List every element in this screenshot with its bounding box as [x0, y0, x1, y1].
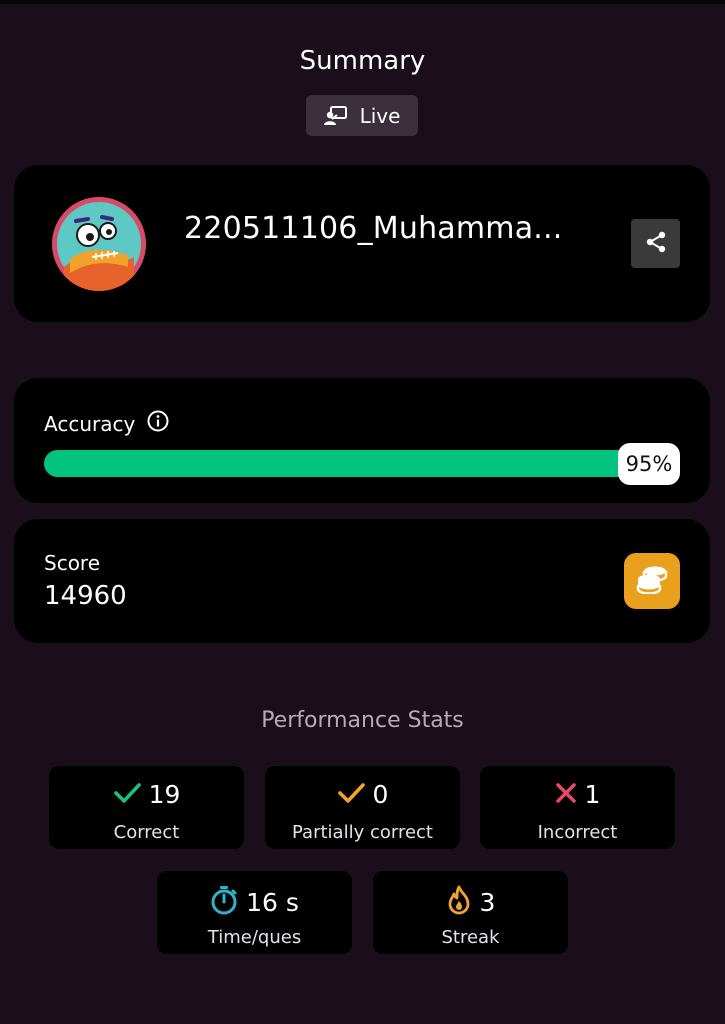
stat-partially-correct: 0 Partially correct — [265, 766, 460, 849]
score-label: Score — [44, 551, 101, 575]
stat-value: 19 — [148, 780, 181, 809]
stat-label: Correct — [113, 822, 180, 843]
performance-stats-title: Performance Stats — [261, 708, 464, 733]
stat-label: Incorrect — [537, 822, 618, 843]
stat-label: Partially correct — [292, 822, 433, 843]
page-title: Summary — [299, 46, 426, 76]
stat-correct: 19 Correct — [49, 766, 244, 849]
share-icon — [644, 230, 668, 258]
score-card: Score 14960 — [14, 519, 710, 643]
stat-streak: 3 Streak — [373, 871, 568, 954]
stat-label: Time/ques — [207, 927, 302, 948]
live-badge: Live — [306, 95, 418, 136]
stat-value: 16 s — [246, 887, 299, 917]
live-badge-label: Live — [359, 103, 401, 128]
top-edge — [0, 0, 725, 4]
accuracy-label: Accuracy — [44, 411, 136, 436]
stat-label: Streak — [441, 927, 500, 948]
info-icon[interactable] — [147, 410, 169, 437]
share-button[interactable] — [631, 219, 680, 268]
monster-avatar — [52, 197, 146, 291]
accuracy-percent: 95% — [618, 443, 680, 485]
stat-incorrect: 1 Incorrect — [480, 766, 675, 849]
check-icon — [113, 781, 141, 809]
stat-value: 3 — [479, 887, 496, 917]
accuracy-heading: Accuracy — [44, 410, 169, 437]
score-value: 14960 — [44, 581, 127, 611]
accuracy-card: Accuracy 95% — [14, 378, 710, 503]
profile-card: 220511106_Muhamma... — [14, 165, 710, 322]
accuracy-bar: 95% — [44, 443, 680, 485]
stopwatch-icon — [210, 885, 238, 919]
stat-value: 0 — [372, 780, 389, 809]
stat-value: 1 — [584, 780, 601, 809]
cross-icon — [555, 782, 577, 808]
live-presenter-icon — [323, 105, 348, 126]
flame-icon — [446, 885, 472, 919]
coins-button[interactable] — [624, 553, 680, 609]
accuracy-bar-fill — [44, 450, 645, 477]
coins-icon — [635, 564, 669, 598]
stat-time-per-question: 16 s Time/ques — [157, 871, 352, 954]
check-icon — [337, 781, 365, 809]
username: 220511106_Muhamma... — [184, 211, 563, 246]
